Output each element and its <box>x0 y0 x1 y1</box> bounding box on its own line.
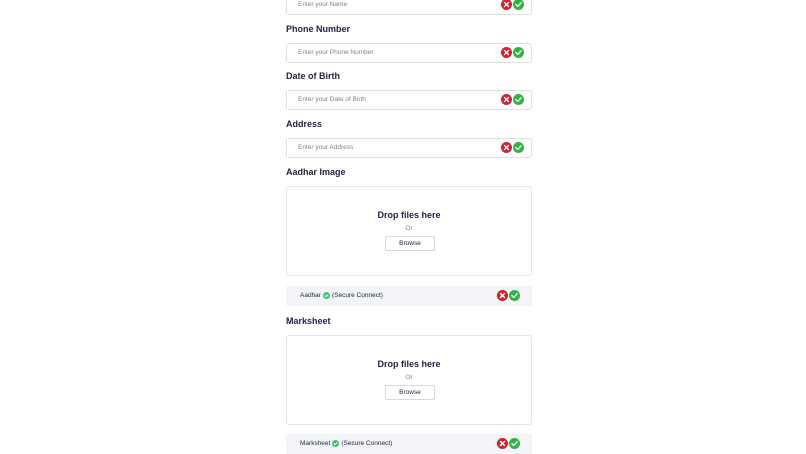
address-validation-icons <box>501 142 524 153</box>
aadhar-dropzone[interactable]: Drop files here Or Browse <box>286 186 532 276</box>
check-circle-icon[interactable] <box>513 0 524 10</box>
date-of-birth-input[interactable]: Enter your Date of Birth <box>286 90 532 110</box>
marksheet-label: Marksheet <box>286 316 331 326</box>
name-input[interactable]: Enter your Name <box>286 0 532 15</box>
address-placeholder: Enter your Address <box>298 144 354 151</box>
marksheet-browse-button[interactable]: Browse <box>385 385 435 400</box>
marksheet-file-info: Marksheet (Secure Connect) <box>300 440 392 447</box>
check-circle-icon[interactable] <box>513 47 524 58</box>
check-circle-icon[interactable] <box>509 438 520 449</box>
drop-files-text: Drop files here <box>377 210 441 220</box>
phone-number-input[interactable]: Enter your Phone Number <box>286 43 532 63</box>
x-circle-icon[interactable] <box>497 438 508 449</box>
aadhar-browse-button[interactable]: Browse <box>385 236 435 251</box>
marksheet-dropzone[interactable]: Drop files here Or Browse <box>286 335 532 425</box>
drop-files-text: Drop files here <box>377 359 441 369</box>
aadhar-file-info: Aadhar (Secure Connect) <box>300 292 383 299</box>
name-placeholder: Enter your Name <box>298 1 348 8</box>
aadhar-validation-icons <box>497 290 520 301</box>
date-of-birth-placeholder: Enter your Date of Birth <box>298 96 366 103</box>
marksheet-file-row: Marksheet (Secure Connect) <box>286 434 532 454</box>
name-validation-icons <box>501 0 524 10</box>
date-of-birth-label: Date of Birth <box>286 71 340 81</box>
verified-dot-icon <box>332 440 340 447</box>
dob-validation-icons <box>501 94 524 105</box>
verified-dot-icon <box>322 292 330 299</box>
or-text: Or <box>405 374 413 381</box>
check-circle-icon[interactable] <box>509 290 520 301</box>
aadhar-file-name: Aadhar <box>300 292 321 299</box>
x-circle-icon[interactable] <box>497 290 508 301</box>
address-input[interactable]: Enter your Address <box>286 138 532 158</box>
phone-validation-icons <box>501 47 524 58</box>
x-circle-icon[interactable] <box>501 47 512 58</box>
check-circle-icon[interactable] <box>513 142 524 153</box>
or-text: Or <box>405 225 413 232</box>
marksheet-file-name: Marksheet <box>300 440 331 447</box>
check-circle-icon[interactable] <box>513 94 524 105</box>
marksheet-file-status: (Secure Connect) <box>341 440 393 447</box>
x-circle-icon[interactable] <box>501 94 512 105</box>
phone-number-label: Phone Number <box>286 24 351 34</box>
phone-number-placeholder: Enter your Phone Number <box>298 49 374 56</box>
marksheet-validation-icons <box>497 438 520 449</box>
address-label: Address <box>286 119 323 129</box>
aadhar-file-status: (Secure Connect) <box>331 292 383 299</box>
x-circle-icon[interactable] <box>501 0 512 10</box>
aadhar-image-label: Aadhar Image <box>286 167 346 177</box>
aadhar-file-row: Aadhar (Secure Connect) <box>286 286 532 306</box>
x-circle-icon[interactable] <box>501 142 512 153</box>
